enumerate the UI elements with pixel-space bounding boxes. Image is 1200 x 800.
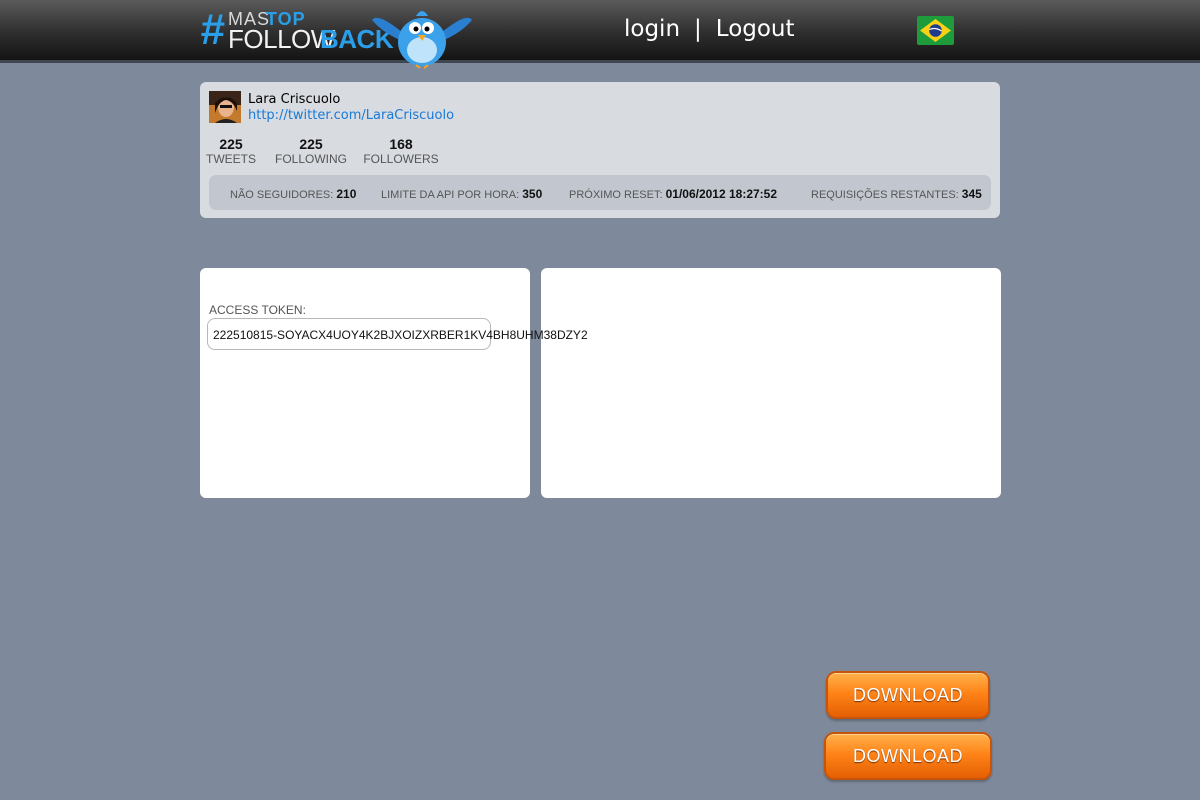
logo-hash: #: [200, 5, 225, 54]
stat-tweets: 225 TWEETS: [206, 136, 256, 166]
next-reset: PRÓXIMO RESET: 01/06/2012 18:27:52: [569, 187, 777, 201]
limit-value: 01/06/2012 18:27:52: [665, 187, 778, 201]
access-token-label: ACCESS TOKEN:: [209, 303, 306, 317]
access-token-value[interactable]: 222510815-SOYACX4UOY4K2BJXOIZXRBER1KV4BH…: [213, 328, 588, 342]
download-button-secondary[interactable]: DOWNLOAD: [824, 732, 992, 780]
token-panel: ACCESS TOKEN:: [200, 268, 530, 498]
results-panel: [541, 268, 1001, 498]
stat-value: 225: [219, 136, 243, 152]
limit-label: LIMITE DA API POR HORA:: [381, 189, 520, 201]
api-limit-per-hour: LIMITE DA API POR HORA: 350: [381, 187, 542, 201]
brazil-flag-icon[interactable]: [917, 16, 954, 45]
stat-label: FOLLOWERS: [363, 152, 439, 166]
download-button[interactable]: DOWNLOAD: [826, 671, 990, 719]
stat-following: 225 FOLLOWING: [275, 136, 347, 166]
limit-label: REQUISIÇÕES RESTANTES:: [811, 189, 959, 201]
profile-card: Lara Criscuolo http://twitter.com/LaraCr…: [200, 82, 1000, 218]
nav-separator: |: [694, 16, 702, 42]
limit-value: 210: [336, 187, 357, 201]
limit-value: 345: [961, 187, 982, 201]
stat-label: FOLLOWING: [275, 152, 348, 166]
limit-label: NÃO SEGUIDORES:: [230, 189, 334, 201]
remaining-requests: REQUISIÇÕES RESTANTES: 345: [811, 187, 982, 201]
limit-label: PRÓXIMO RESET:: [569, 189, 663, 201]
login-link[interactable]: login: [624, 16, 680, 42]
profile-name: Lara Criscuolo: [248, 92, 341, 107]
profile-url-link[interactable]: http://twitter.com/LaraCriscuolo: [248, 108, 454, 123]
header-bar: # MAS TOP FOLLOW BACK login | Logout: [0, 0, 1200, 69]
logout-link[interactable]: Logout: [716, 16, 795, 42]
site-logo[interactable]: # MAS TOP FOLLOW BACK: [200, 5, 480, 69]
twitter-bird-icon: [372, 11, 472, 69]
logo-follow: FOLLOW: [228, 24, 335, 54]
stat-value: 225: [299, 136, 323, 152]
limit-value: 350: [522, 187, 543, 201]
stat-followers: 168 FOLLOWERS: [363, 136, 439, 166]
api-limits-bar: NÃO SEGUIDORES: 210 LIMITE DA API POR HO…: [209, 175, 991, 210]
avatar[interactable]: [209, 91, 241, 123]
stat-label: TWEETS: [206, 152, 256, 166]
stat-value: 168: [389, 136, 413, 152]
top-nav: login | Logout: [624, 14, 795, 44]
non-followers-count: NÃO SEGUIDORES: 210: [230, 187, 356, 201]
